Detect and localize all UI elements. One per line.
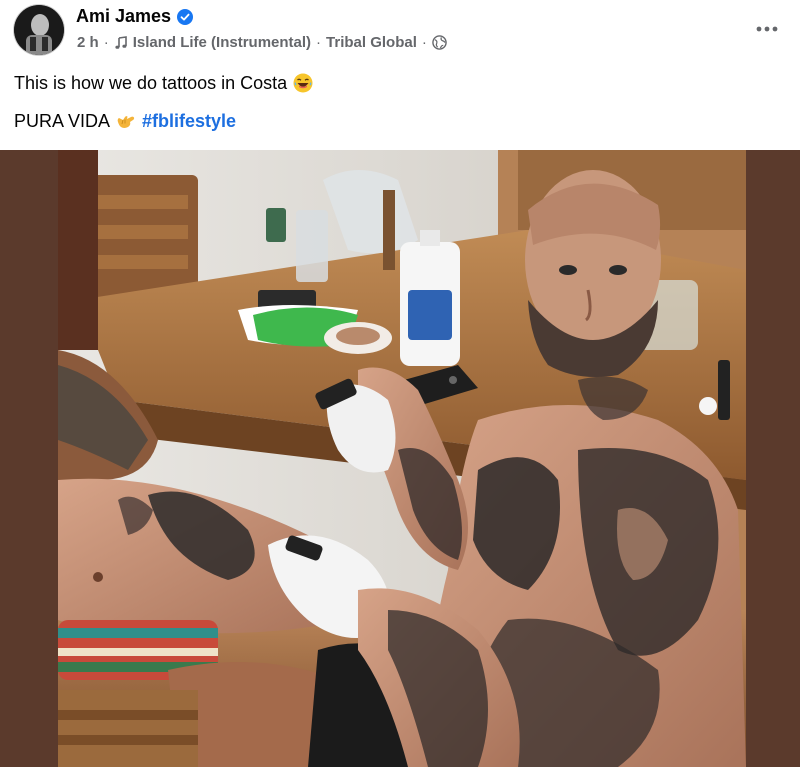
audio-track-link[interactable]: Island Life (Instrumental) [133,34,311,51]
author-row: Ami James [76,6,194,27]
audio-artist-link[interactable]: Tribal Global [326,34,417,51]
author-avatar[interactable] [14,5,64,55]
more-horizontal-icon [756,26,778,32]
post-photo[interactable] [58,150,746,767]
avatar-photo [14,5,64,55]
laughing-emoji-icon [293,73,313,93]
post-time[interactable]: 2 h [77,34,99,51]
author-name[interactable]: Ami James [76,6,171,27]
post-line-1: This is how we do tattoos in Costa [14,72,313,94]
meta-separator: · [421,34,427,51]
post-meta: 2 h · Island Life (Instrumental) · Triba… [77,34,447,51]
globe-icon[interactable] [432,35,447,50]
meta-separator: · [103,34,109,51]
hashtag-link[interactable]: #fblifestyle [142,111,236,131]
post-caption-line1: This is how we do tattoos in Costa [14,73,288,93]
verified-badge-icon [177,8,194,25]
music-note-icon [115,35,127,49]
post-text: This is how we do tattoos in Costa PURA … [14,72,313,132]
call-me-hand-emoji-icon [117,116,135,128]
post-caption-line2: PURA VIDA [14,111,111,131]
post-line-2: PURA VIDA #fblifestyle [14,110,313,132]
tattoo-session-photo [58,150,746,767]
post-header: Ami James 2 h · Island Life (Instrumenta… [0,0,800,62]
meta-separator: · [316,34,322,51]
post-media[interactable] [0,150,800,767]
more-options-button[interactable] [752,14,782,44]
